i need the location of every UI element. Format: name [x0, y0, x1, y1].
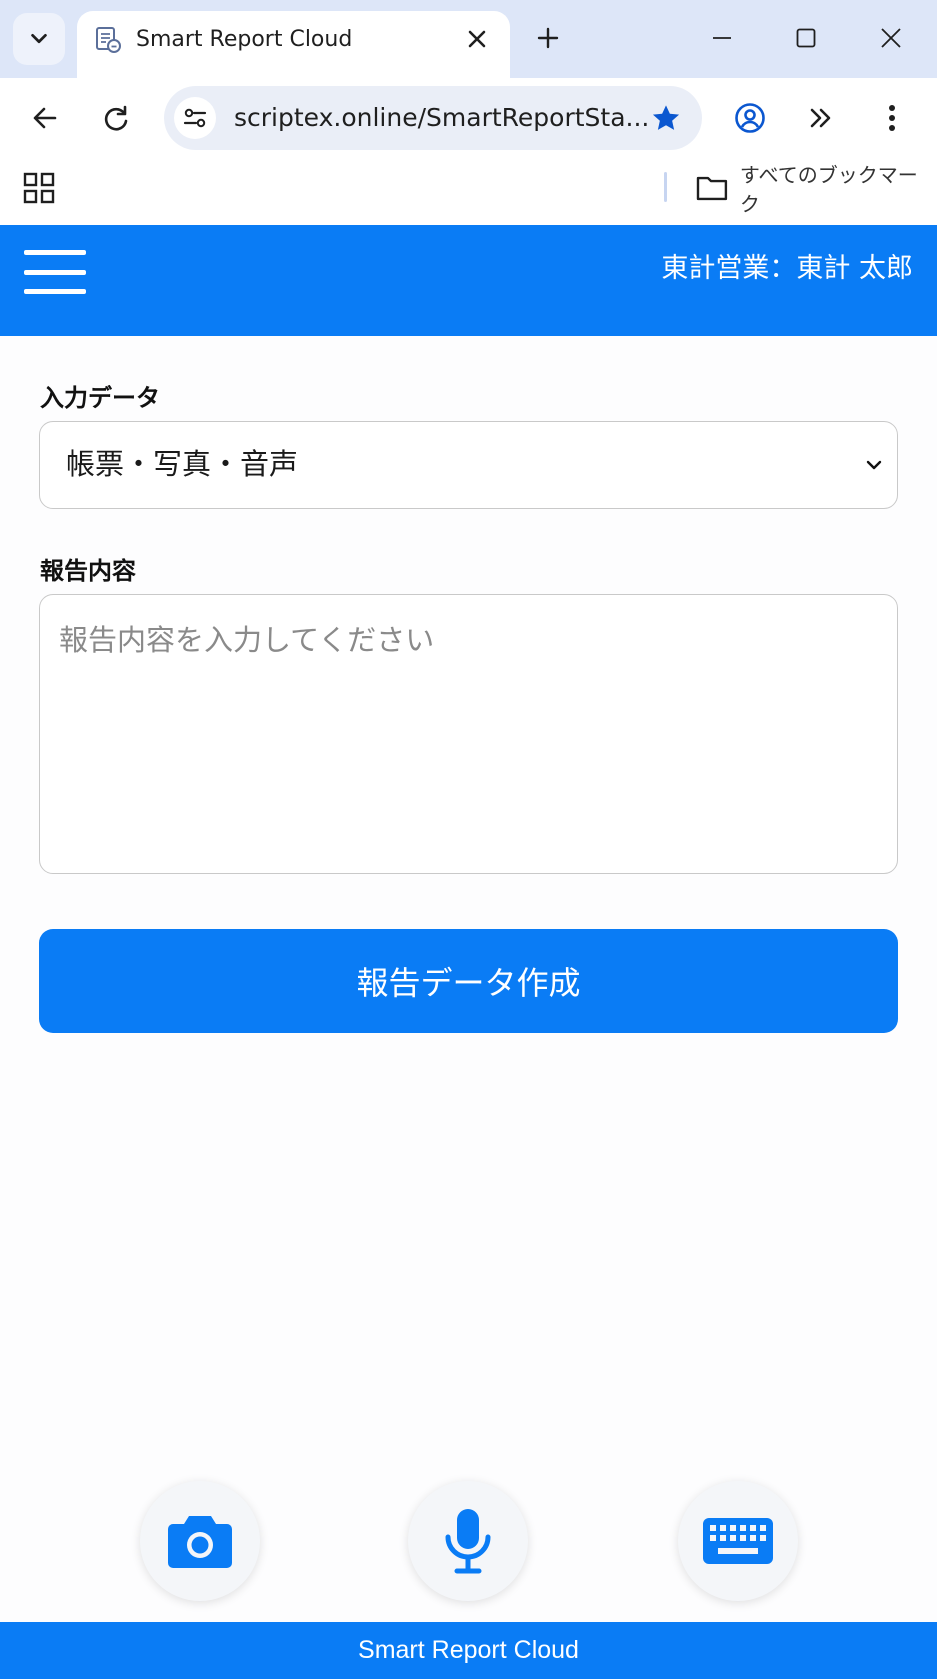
site-info-button[interactable] — [174, 97, 216, 139]
all-bookmarks-button[interactable]: すべてのブックマーク — [696, 163, 937, 216]
bookmark-star-button[interactable] — [648, 100, 684, 136]
maximize-button[interactable] — [786, 20, 826, 56]
app-footer: Smart Report Cloud — [0, 1622, 937, 1679]
close-icon — [468, 30, 486, 48]
star-icon — [652, 105, 680, 130]
browser-toolbar: scriptex.online/SmartReportSta... — [0, 78, 937, 158]
camera-button[interactable] — [140, 1481, 260, 1601]
plus-icon — [537, 27, 559, 49]
browser-tab-bar: Smart Report Cloud — [0, 0, 937, 78]
input-data-select[interactable]: 帳票・写真・音声 — [39, 421, 898, 509]
minimize-icon — [713, 37, 731, 39]
tab-search-button[interactable] — [13, 13, 65, 65]
input-data-selected-value: 帳票・写真・音声 — [66, 447, 299, 481]
back-button[interactable] — [23, 96, 67, 140]
report-content-textarea[interactable] — [39, 594, 898, 874]
minimize-button[interactable] — [702, 20, 742, 56]
bookmarks-divider — [664, 172, 667, 202]
create-report-button[interactable]: 報告データ作成 — [39, 929, 898, 1033]
profile-button[interactable] — [728, 96, 772, 140]
kebab-icon — [889, 105, 895, 131]
microphone-icon — [445, 1509, 491, 1574]
browser-menu-button[interactable] — [870, 96, 914, 140]
active-tab[interactable]: Smart Report Cloud — [77, 11, 510, 78]
microphone-button[interactable] — [408, 1481, 528, 1601]
close-icon — [881, 28, 901, 48]
profile-icon — [735, 103, 765, 133]
apps-grid-icon[interactable] — [22, 171, 56, 205]
folder-icon — [696, 176, 728, 201]
chevron-down-icon — [866, 460, 882, 470]
input-data-label: 入力データ — [40, 384, 160, 412]
reload-icon — [104, 105, 128, 131]
extensions-button[interactable] — [799, 96, 843, 140]
main-content: 入力データ 帳票・写真・音声 報告内容 報告データ作成 — [0, 336, 937, 1622]
window-close-button[interactable] — [871, 20, 911, 56]
tab-close-button[interactable] — [462, 24, 492, 54]
tab-title: Smart Report Cloud — [136, 27, 353, 52]
all-bookmarks-label: すべてのブックマーク — [739, 163, 918, 216]
maximize-icon — [796, 28, 816, 48]
address-bar[interactable]: scriptex.online/SmartReportSta... — [164, 86, 702, 150]
chevron-down-icon — [31, 33, 47, 44]
new-tab-button[interactable] — [532, 22, 564, 54]
report-content-label: 報告内容 — [40, 557, 136, 585]
reload-button[interactable] — [94, 96, 138, 140]
app-header: 東計営業：東計 太郎 — [0, 225, 937, 336]
camera-icon — [168, 1516, 232, 1568]
user-label: 東計営業：東計 太郎 — [661, 253, 913, 284]
bookmarks-bar: すべてのブックマーク — [0, 158, 937, 225]
hamburger-icon[interactable] — [24, 247, 86, 297]
keyboard-button[interactable] — [678, 1481, 798, 1601]
footer-text: Smart Report Cloud — [358, 1636, 579, 1664]
report-cloud-icon — [96, 27, 121, 53]
keyboard-icon — [703, 1518, 773, 1564]
tune-icon — [183, 108, 207, 128]
double-chevron-icon — [810, 108, 831, 128]
arrow-left-icon — [33, 107, 57, 129]
url-text: scriptex.online/SmartReportSta... — [234, 103, 650, 132]
